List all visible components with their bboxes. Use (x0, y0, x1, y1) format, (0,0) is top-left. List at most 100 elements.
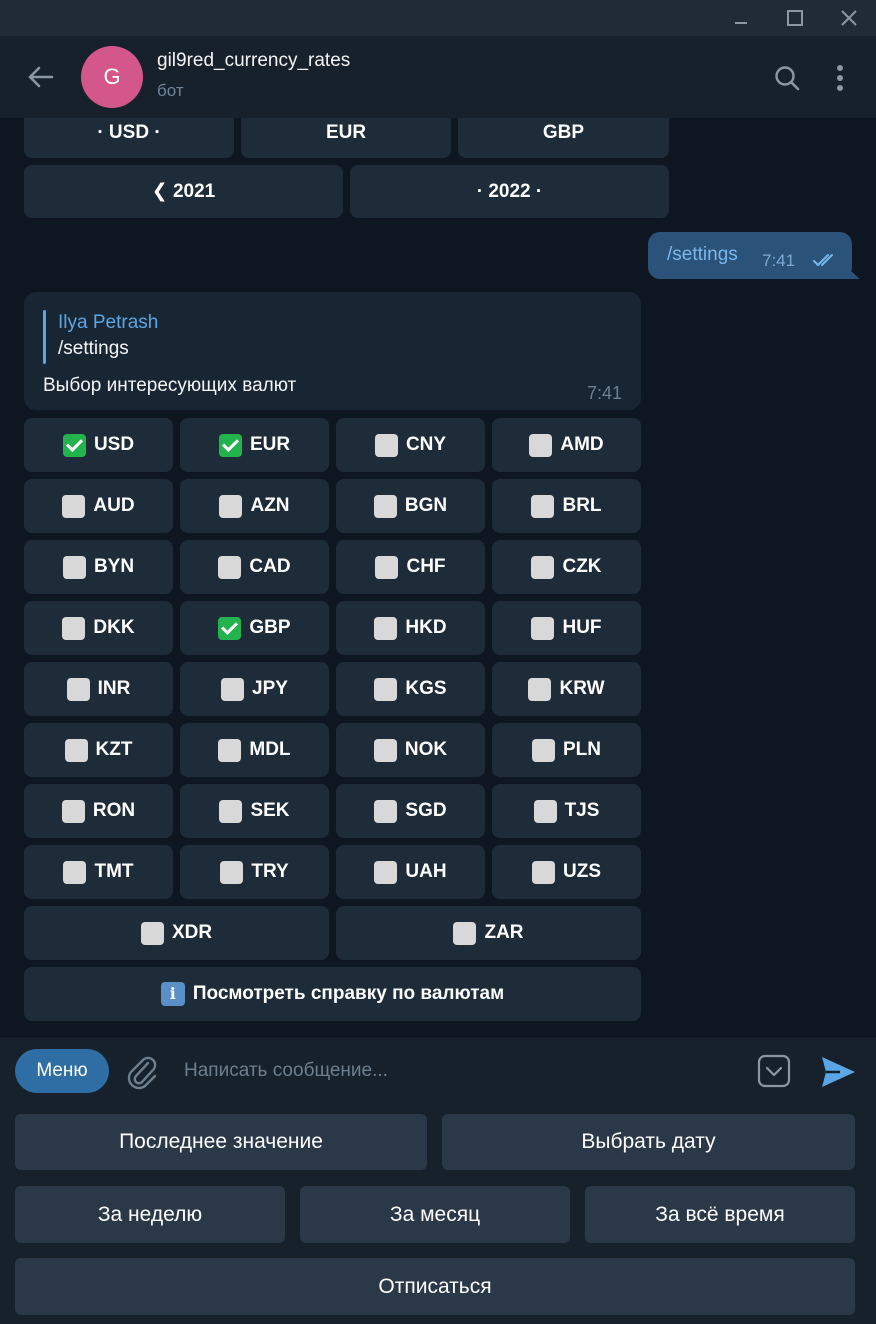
currency-button-cad[interactable]: CAD (180, 540, 329, 594)
more-options-button[interactable] (820, 58, 860, 98)
close-window-button[interactable] (824, 0, 874, 36)
month-button[interactable]: За месяц (300, 1186, 570, 1243)
checkbox-empty-icon (532, 738, 555, 762)
currency-button-czk[interactable]: CZK (492, 540, 641, 594)
currency-code: HKD (405, 617, 447, 638)
currency-button-hkd[interactable]: HKD (336, 601, 485, 655)
currency-button-gbp[interactable]: GBP (180, 601, 329, 655)
info-icon: i (160, 982, 185, 1006)
minimize-button[interactable] (716, 0, 766, 36)
currency-button-azn[interactable]: AZN (180, 479, 329, 533)
currency-button-chf[interactable]: CHF (336, 540, 485, 594)
currency-help-button[interactable]: i Посмотреть справку по валютам (24, 967, 641, 1021)
message-input[interactable] (184, 1057, 724, 1085)
currency-button-bgn[interactable]: BGN (336, 479, 485, 533)
unsubscribe-button[interactable]: Отписаться (15, 1258, 855, 1315)
checkbox-checked-icon (62, 433, 86, 457)
checkbox-empty-icon (532, 860, 555, 884)
currency-button-pln[interactable]: PLN (492, 723, 641, 777)
currency-button-kzt[interactable]: KZT (24, 723, 173, 777)
reply-text[interactable]: /settings (58, 338, 129, 360)
currency-button-usd[interactable]: USD (24, 418, 173, 472)
message-time: 7:41 (762, 251, 796, 270)
all-time-button[interactable]: За всё время (585, 1186, 855, 1243)
currency-code: KZT (95, 739, 133, 760)
prev-keyboard-gbp[interactable]: GBP (458, 118, 669, 158)
currency-code: SGD (405, 800, 447, 821)
button-label: Посмотреть справку по валютам (192, 983, 505, 1004)
currency-button-xdr[interactable]: XDR (24, 906, 329, 960)
keyboard-toggle-icon[interactable] (757, 1054, 791, 1088)
message-text[interactable]: /settings (667, 244, 738, 266)
maximize-button[interactable] (770, 0, 820, 36)
minimize-icon (735, 22, 747, 24)
bot-menu-button[interactable]: Меню (15, 1049, 109, 1093)
currency-code: AUD (93, 495, 135, 516)
currency-button-jpy[interactable]: JPY (180, 662, 329, 716)
currency-button-krw[interactable]: KRW (492, 662, 641, 716)
currency-button-eur[interactable]: EUR (180, 418, 329, 472)
currency-button-cny[interactable]: CNY (336, 418, 485, 472)
currency-button-try[interactable]: TRY (180, 845, 329, 899)
outgoing-message[interactable]: /settings 7:41 (648, 232, 852, 279)
currency-button-nok[interactable]: NOK (336, 723, 485, 777)
currency-button-tjs[interactable]: TJS (492, 784, 641, 838)
currency-button-huf[interactable]: HUF (492, 601, 641, 655)
currency-button-kgs[interactable]: KGS (336, 662, 485, 716)
incoming-message[interactable]: Ilya Petrash /settings Выбор интересующи… (24, 292, 641, 410)
currency-button-ron[interactable]: RON (24, 784, 173, 838)
checkbox-checked-icon (218, 433, 242, 457)
currency-button-aud[interactable]: AUD (24, 479, 173, 533)
currency-button-sgd[interactable]: SGD (336, 784, 485, 838)
prev-keyboard-2022[interactable]: · 2022 · (350, 165, 669, 218)
currency-button-uzs[interactable]: UZS (492, 845, 641, 899)
maximize-icon (787, 10, 803, 26)
last-value-button[interactable]: Последнее значение (15, 1114, 427, 1170)
prev-keyboard-2021[interactable]: ❮ 2021 (24, 165, 343, 218)
currency-button-zar[interactable]: ZAR (336, 906, 641, 960)
message-text[interactable]: Выбор интересующих валют (43, 375, 296, 397)
chat-title[interactable]: gil9red_currency_rates (157, 50, 350, 72)
currency-code: TRY (251, 861, 289, 882)
checkbox-empty-icon (218, 738, 242, 762)
currency-button-sek[interactable]: SEK (180, 784, 329, 838)
currency-button-inr[interactable]: INR (24, 662, 173, 716)
checkbox-empty-icon (140, 921, 164, 945)
reply-author[interactable]: Ilya Petrash (58, 312, 158, 334)
currency-button-byn[interactable]: BYN (24, 540, 173, 594)
currency-code: JPY (252, 678, 288, 699)
checkbox-empty-icon (528, 677, 552, 701)
currency-code: UZS (563, 861, 601, 882)
arrow-left-icon (28, 66, 54, 88)
prev-keyboard-eur[interactable]: EUR (241, 118, 451, 158)
chat-header: G gil9red_currency_rates бот (0, 36, 876, 119)
currency-code: RON (92, 800, 136, 821)
button-label: ❮ 2021 (151, 181, 216, 202)
currency-code: BRL (562, 495, 602, 516)
currency-button-brl[interactable]: BRL (492, 479, 641, 533)
currency-button-uah[interactable]: UAH (336, 845, 485, 899)
paperclip-icon[interactable] (124, 1053, 160, 1091)
week-button[interactable]: За неделю (15, 1186, 285, 1243)
reply-quote-bar (43, 310, 46, 364)
send-icon[interactable] (818, 1053, 858, 1091)
chat-history[interactable]: · USD · EUR GBP ❮ 2021 · 2022 · /setting… (0, 118, 876, 1036)
checkbox-empty-icon (531, 494, 555, 518)
currency-button-tmt[interactable]: TMT (24, 845, 173, 899)
prev-keyboard-usd[interactable]: · USD · (24, 118, 234, 158)
checkbox-empty-icon (374, 677, 398, 701)
back-button[interactable] (20, 60, 60, 94)
currency-code: GBP (249, 617, 291, 638)
select-date-button[interactable]: Выбрать дату (442, 1114, 855, 1170)
checkbox-empty-icon (373, 738, 397, 762)
currency-code: XDR (171, 922, 213, 943)
avatar[interactable]: G (81, 46, 143, 108)
search-button[interactable] (767, 58, 807, 98)
currency-button-dkk[interactable]: DKK (24, 601, 173, 655)
currency-code: KGS (405, 678, 447, 699)
checkbox-empty-icon (374, 860, 398, 884)
currency-button-mdl[interactable]: MDL (180, 723, 329, 777)
currency-code: INR (97, 678, 131, 699)
currency-code: HUF (562, 617, 602, 638)
currency-button-amd[interactable]: AMD (492, 418, 641, 472)
